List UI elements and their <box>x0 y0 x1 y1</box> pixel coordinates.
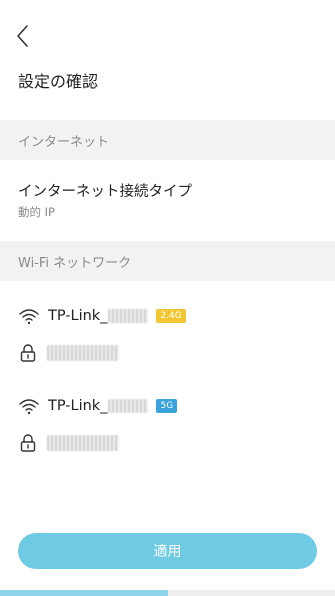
network-ssid: TP-Link_ <box>48 398 108 414</box>
network-row-2g: TP-Link_ 2.4G <box>18 305 186 327</box>
band-badge: 5G <box>156 399 178 413</box>
section-header-internet: インターネット <box>0 120 335 160</box>
password-redacted <box>47 345 119 361</box>
wifi-icon <box>19 309 39 325</box>
lock-icon <box>20 344 36 362</box>
network-ssid: TP-Link_ <box>48 308 108 324</box>
password-row-2g <box>18 342 119 364</box>
band-badge: 2.4G <box>156 309 186 323</box>
apply-button[interactable]: 適用 <box>18 533 317 569</box>
page-title: 設定の確認 <box>18 72 99 91</box>
network-row-5g: TP-Link_ 5G <box>18 395 178 417</box>
progress-fill <box>0 590 168 596</box>
chevron-left-icon <box>17 25 28 47</box>
lock-icon <box>20 434 36 452</box>
connection-type-label: インターネット接続タイプ <box>18 184 192 200</box>
password-row-5g <box>18 432 119 454</box>
wifi-icon <box>19 399 39 415</box>
back-button[interactable] <box>12 22 36 50</box>
ssid-redacted <box>108 399 149 413</box>
section-header-wifi: Wi-Fi ネットワーク <box>0 241 335 281</box>
ssid-redacted <box>108 309 149 323</box>
password-redacted <box>47 435 119 451</box>
progress-bar <box>0 590 335 596</box>
connection-type-value: 動的 IP <box>18 205 55 219</box>
